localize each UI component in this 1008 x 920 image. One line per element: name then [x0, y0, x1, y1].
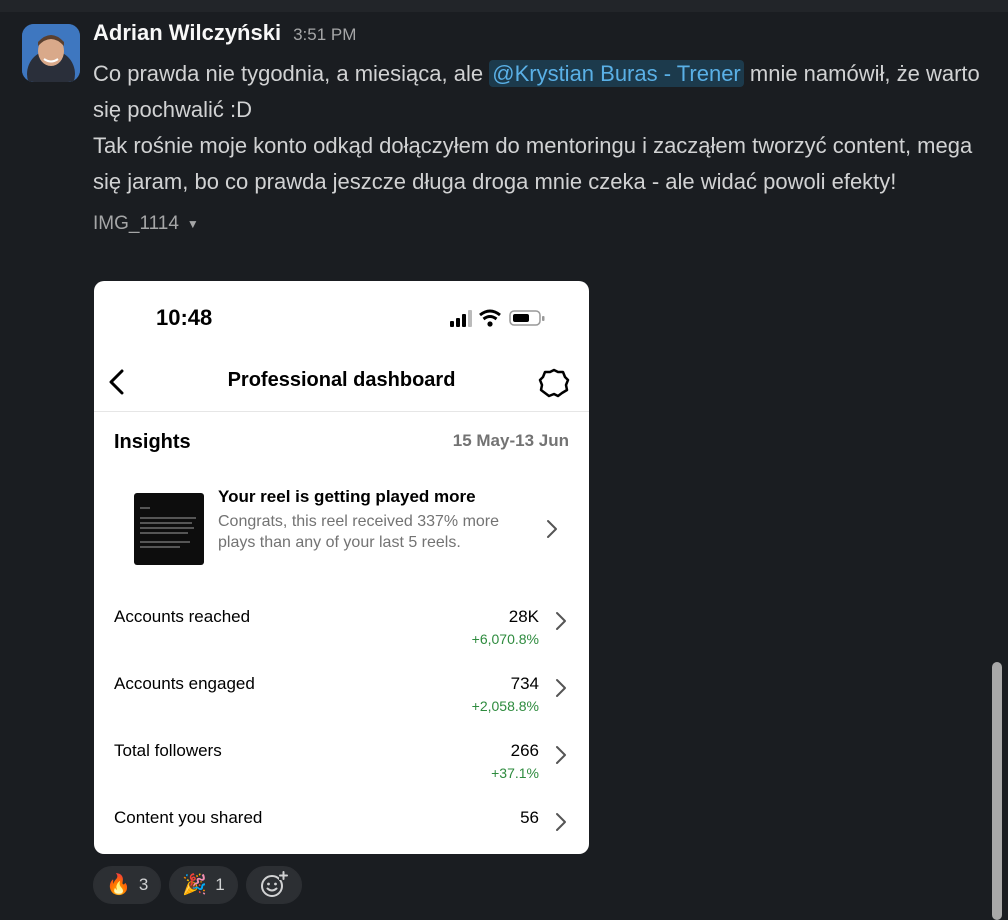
reel-thumbnail: [134, 493, 204, 565]
reel-heading: Your reel is getting played more: [218, 487, 476, 506]
dashboard-nav-bar: Professional dashboard: [94, 351, 589, 412]
attachment-header: IMG_1114 ▼: [93, 212, 983, 236]
message-text-part-1: Co prawda nie tygodnia, a miesiąca, ale: [93, 61, 490, 86]
chevron-right-icon: [556, 612, 566, 630]
chevron-right-icon: [556, 746, 566, 764]
stat-row-content-shared[interactable]: Content you shared 56: [94, 802, 589, 854]
chevron-right-icon: [556, 813, 566, 831]
attachment-name[interactable]: IMG_1114: [93, 213, 179, 235]
status-icons: [450, 309, 545, 327]
user-mention[interactable]: @Krystian Buras - Trener: [489, 60, 744, 87]
wifi-icon: [479, 309, 501, 327]
party-popper-emoji-icon: 🎉: [182, 874, 208, 896]
message-text-line-2: Tak rośnie moje konto odkąd dołączyłem d…: [93, 133, 973, 194]
phone-status-bar: 10:48: [94, 281, 589, 351]
settings-gear-icon[interactable]: [538, 367, 570, 399]
signal-icon: [450, 310, 472, 327]
attached-image[interactable]: 10:48 Professional dashboard Insights 15…: [94, 281, 589, 854]
dashboard-title: Professional dashboard: [227, 369, 456, 391]
reel-insight-card[interactable]: Your reel is getting played more Congrat…: [114, 481, 574, 581]
stat-change: +2,058.8%: [471, 698, 539, 714]
stat-label: Content you shared: [114, 808, 263, 827]
stat-value: 266: [510, 741, 539, 760]
reaction-fire[interactable]: 🔥 3: [93, 866, 162, 904]
caret-down-icon[interactable]: ▼: [187, 217, 199, 231]
reaction-party[interactable]: 🎉 1: [169, 866, 238, 904]
insights-heading: Insights: [114, 431, 191, 453]
author-name[interactable]: Adrian Wilczyński: [93, 20, 281, 46]
stat-row-total-followers[interactable]: Total followers 266 +37.1%: [94, 735, 589, 795]
battery-icon: [509, 310, 545, 326]
author-avatar[interactable]: [22, 24, 80, 82]
scrollbar-thumb[interactable]: [992, 662, 1002, 920]
stat-change: +37.1%: [491, 765, 539, 781]
add-emoji-icon: [260, 871, 288, 897]
avatar-photo-icon: [22, 24, 80, 82]
chevron-right-icon: [556, 679, 566, 697]
add-reaction-button[interactable]: [245, 866, 302, 904]
stat-value: 28K: [508, 607, 539, 626]
stat-change: +6,070.8%: [471, 631, 539, 647]
fire-emoji-icon: 🔥: [106, 874, 131, 896]
reaction-count: 1: [215, 875, 225, 894]
stat-label: Accounts reached: [114, 607, 251, 626]
status-time: 10:48: [156, 305, 213, 330]
stat-row-accounts-reached[interactable]: Accounts reached 28K +6,070.8%: [94, 601, 589, 661]
reactions-bar: 🔥 3 🎉 1: [93, 866, 302, 906]
stat-row-accounts-engaged[interactable]: Accounts engaged 734 +2,058.8%: [94, 668, 589, 728]
chevron-right-icon: [547, 520, 557, 538]
stat-label: Accounts engaged: [114, 674, 255, 693]
stat-value: 56: [520, 808, 539, 827]
message-text: Co prawda nie tygodnia, a miesiąca, ale …: [93, 56, 983, 128]
message-header: Adrian Wilczyński 3:51 PM: [93, 20, 983, 56]
reel-description: Congrats, this reel received 337% more p…: [218, 513, 500, 551]
stat-label: Total followers: [114, 741, 222, 760]
message: Adrian Wilczyński 3:51 PM Co prawda nie …: [0, 0, 1008, 920]
date-range[interactable]: 15 May-13 Jun: [453, 431, 569, 451]
reaction-count: 3: [138, 875, 149, 894]
stat-value: 734: [510, 674, 539, 693]
message-timestamp[interactable]: 3:51 PM: [293, 25, 356, 45]
message-body: Adrian Wilczyński 3:51 PM Co prawda nie …: [93, 20, 983, 236]
